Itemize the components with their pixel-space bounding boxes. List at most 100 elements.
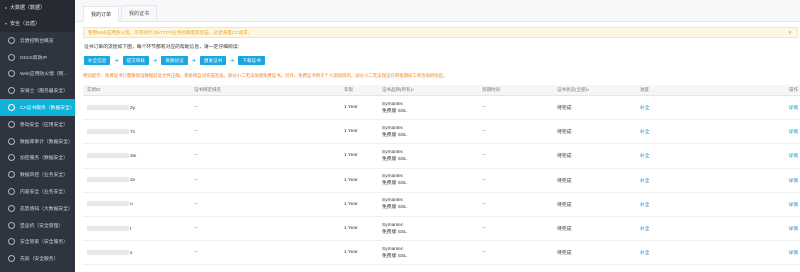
process-step-button[interactable]: 下载证书 bbox=[238, 56, 265, 65]
service-icon bbox=[8, 171, 15, 179]
sidebar-item[interactable]: 堡垒机（安全管理） bbox=[0, 217, 75, 234]
details-link[interactable]: 详情 bbox=[776, 201, 800, 208]
col-status-header[interactable]: 证书状态(全部)▾ bbox=[553, 87, 636, 93]
domain-cell: -- bbox=[194, 177, 198, 183]
sidebar-item[interactable]: 数据库审计（数据安全） bbox=[0, 133, 75, 150]
instance-id-suffix: 2w bbox=[130, 153, 137, 159]
tab-my-certificates[interactable]: 我的证书 bbox=[121, 5, 158, 21]
service-icon bbox=[8, 70, 15, 78]
redacted-id bbox=[87, 249, 129, 255]
sidebar-item-label: 安骑士（服务器安全） bbox=[20, 89, 68, 95]
orders-table: 实例ID 证书绑定域名 年限 证书品牌(所有)▾ 到期时间 证书状态(全部)▾ 进度 操作 2… bbox=[83, 85, 800, 266]
sidebar: ▸ 大数据（数据） ▾ 安全（云盾） 云盾控制台概览 DDoS高防IP Web应用防… bbox=[0, 0, 75, 272]
expire-cell: -- bbox=[482, 250, 486, 256]
sidebar-item[interactable]: 安骑士（服务器安全） bbox=[0, 82, 75, 99]
filter-caret-icon[interactable]: ▾ bbox=[587, 87, 589, 92]
details-link[interactable]: 详情 bbox=[776, 177, 800, 184]
tab-my-orders[interactable]: 我的订单 bbox=[83, 6, 120, 22]
certificate-type: 免费版 SSL bbox=[382, 181, 407, 187]
sidebar-group-bigdata[interactable]: ▸ 大数据（数据） bbox=[0, 0, 75, 16]
complete-info-link[interactable]: 补全 bbox=[636, 201, 776, 208]
col-progress-header: 进度 bbox=[636, 87, 776, 93]
table-row: 2w -- 1 Year Symantec 免费版 SSL -- 待完成 补全 详情 bbox=[83, 144, 800, 169]
table-row: t -- 1 Year Symantec 免费版 SSL -- 待完成 补全 详情 bbox=[83, 217, 800, 242]
sidebar-item[interactable]: 先知（安全服务） bbox=[0, 250, 75, 267]
years-cell: 1 Year bbox=[344, 250, 358, 256]
sidebar-item[interactable]: 移动安全（应用安全） bbox=[0, 116, 75, 133]
brand-cell: Symantec 免费版 SSL bbox=[378, 223, 478, 235]
complete-info-link[interactable]: 补全 bbox=[636, 249, 776, 256]
instance-id-suffix: 7x bbox=[130, 129, 136, 135]
sidebar-group-security[interactable]: ▾ 安全（云盾） bbox=[0, 16, 75, 32]
complete-info-link[interactable]: 补全 bbox=[636, 128, 776, 135]
years-cell: 1 Year bbox=[344, 201, 358, 207]
sidebar-item[interactable]: 数据风控（业务安全） bbox=[0, 166, 75, 183]
instance-id-suffix: t bbox=[130, 226, 132, 232]
expire-cell: -- bbox=[482, 153, 486, 159]
redacted-id bbox=[87, 201, 129, 207]
chevron-right-icon: ▸ bbox=[5, 5, 8, 10]
expire-cell: -- bbox=[482, 226, 486, 232]
domain-cell: -- bbox=[194, 153, 198, 159]
col-instance-id-header: 实例ID bbox=[83, 87, 190, 93]
service-icon bbox=[8, 104, 15, 112]
details-link[interactable]: 详情 bbox=[776, 225, 800, 232]
close-icon[interactable]: ✕ bbox=[788, 28, 792, 37]
col-domain-header: 证书绑定域名 bbox=[190, 87, 340, 93]
certificate-type: 免费版 SSL bbox=[382, 205, 407, 211]
sidebar-item[interactable]: 态势感知（大数据安全） bbox=[0, 200, 75, 217]
sidebar-item[interactable]: 云盾控制台概览 bbox=[0, 32, 75, 49]
years-cell: 1 Year bbox=[344, 129, 358, 135]
header-label: 年限 bbox=[344, 87, 353, 92]
process-step-button[interactable]: 颁发证书 bbox=[199, 56, 227, 65]
complete-info-link[interactable]: 补全 bbox=[636, 152, 776, 159]
complete-info-link[interactable]: 补全 bbox=[636, 104, 776, 111]
header-label: 到期时间 bbox=[482, 87, 500, 92]
sidebar-item-label: 先知（安全服务） bbox=[20, 257, 59, 263]
sidebar-item[interactable]: 内容安全（业务安全） bbox=[0, 183, 75, 200]
col-brand-header[interactable]: 证书品牌(所有)▾ bbox=[378, 87, 478, 93]
header-label: 进度 bbox=[640, 87, 649, 92]
years-cell: 1 Year bbox=[344, 105, 358, 111]
sidebar-item-label: 数据库审计（数据安全） bbox=[20, 139, 73, 145]
status-cell: 待完成 bbox=[557, 202, 572, 208]
sidebar-item[interactable]: CA证书服务（数据安全） bbox=[0, 99, 75, 116]
table-row: 2y -- 1 Year Symantec 免费版 SSL -- 待完成 补全 详情 bbox=[83, 96, 800, 121]
sidebar-item[interactable]: 加密服务（数据安全） bbox=[0, 150, 75, 167]
service-icon bbox=[8, 120, 15, 128]
process-step-button[interactable]: 提交审核 bbox=[122, 56, 149, 65]
instance-id-cell: t bbox=[83, 225, 190, 232]
years-cell: 1 Year bbox=[344, 226, 358, 232]
brand-cell: Symantec 免费版 SSL bbox=[378, 126, 478, 138]
process-step-button[interactable]: 补全信息 bbox=[84, 56, 111, 65]
header-label: 证书品牌(所有) bbox=[382, 87, 412, 92]
service-icon bbox=[8, 137, 15, 145]
instance-id-cell: 2w bbox=[83, 153, 190, 159]
status-cell: 待完成 bbox=[557, 106, 572, 112]
details-link[interactable]: 详情 bbox=[776, 249, 800, 256]
instance-id-suffix: s bbox=[130, 250, 133, 256]
domain-cell: -- bbox=[194, 129, 198, 135]
sidebar-item[interactable]: Web应用防火墙（网... bbox=[0, 66, 75, 83]
details-link[interactable]: 详情 bbox=[776, 152, 800, 159]
sidebar-item-label: 安全管家（安全服务） bbox=[20, 240, 68, 246]
notice-text: 使用Web应用防火墙，可有效针对HTTPS业务防御黑客攻击，过滤海量CC请求。 bbox=[88, 30, 253, 35]
sidebar-group-label: 大数据（数据） bbox=[10, 5, 46, 11]
domain-cell: -- bbox=[194, 250, 198, 256]
complete-info-link[interactable]: 补全 bbox=[636, 225, 776, 232]
status-cell: 待完成 bbox=[557, 227, 572, 233]
sidebar-item[interactable]: 安全管家（安全服务） bbox=[0, 234, 75, 251]
complete-info-link[interactable]: 补全 bbox=[636, 177, 776, 184]
flow-description: 证书订单的流程如下图，每个环节都有对应的帮助信息，请一定仔细阅读： bbox=[84, 45, 243, 50]
instance-id-cell: u bbox=[83, 201, 190, 207]
instance-id-cell: 7x bbox=[83, 128, 190, 135]
service-icon bbox=[8, 154, 15, 162]
details-link[interactable]: 详情 bbox=[776, 128, 800, 135]
details-link[interactable]: 详情 bbox=[776, 104, 800, 111]
instance-id-suffix: 2y bbox=[130, 105, 136, 111]
filter-caret-icon[interactable]: ▾ bbox=[412, 87, 414, 92]
sidebar-item[interactable]: DDoS高防IP bbox=[0, 49, 75, 66]
service-icon bbox=[8, 87, 15, 95]
process-step-button[interactable]: 资质验证 bbox=[161, 56, 188, 65]
table-row: 7x -- 1 Year Symantec 免费版 SSL -- 待完成 补全 详情 bbox=[83, 120, 800, 145]
